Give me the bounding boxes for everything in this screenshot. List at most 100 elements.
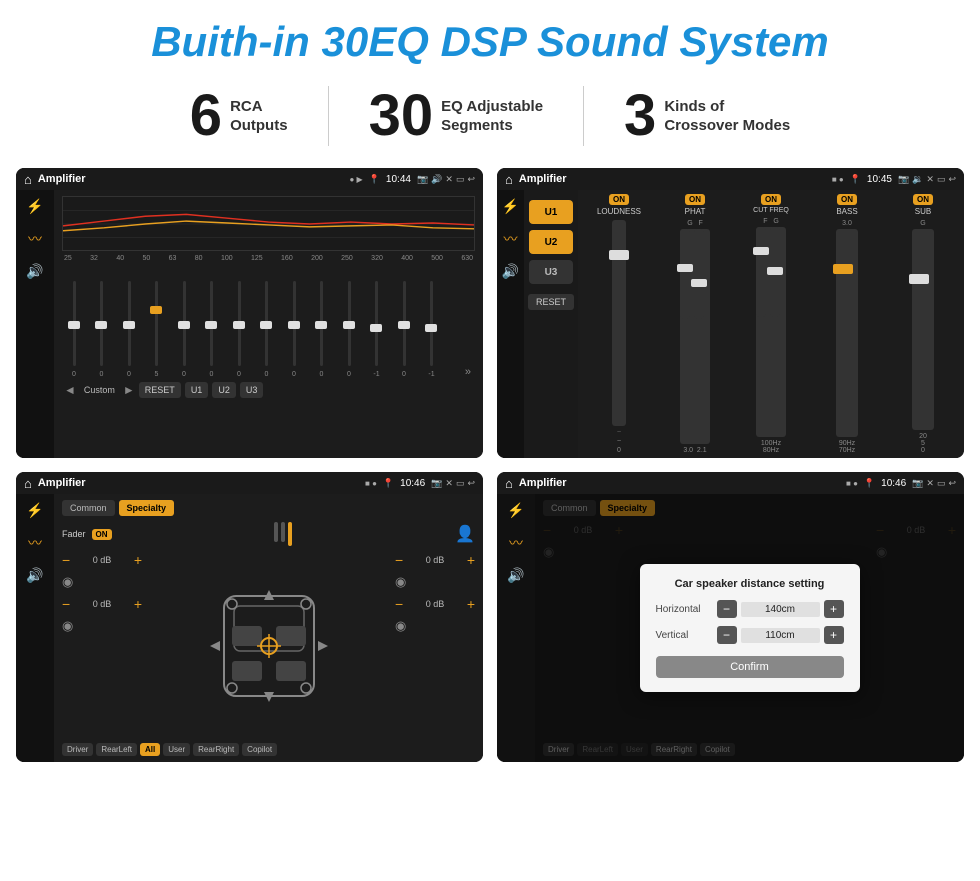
screen4: ⌂ Amplifier ■ ● 📍 10:46 📷✕▭↩ ⚡ 〰 🔊 Commo… [497,472,964,762]
screen2: ⌂ Amplifier ■ ● 📍 10:45 📷🔉✕▭↩ ⚡ 〰 🔊 U1 U… [497,168,964,458]
eq-tune-icon[interactable]: ⚡ [26,198,43,215]
cross-u3-btn[interactable]: U3 [529,260,573,284]
fader-minus-2[interactable]: − [62,596,70,612]
eq-slider-10[interactable]: 0 [341,281,357,378]
freq-160: 160 [281,255,293,262]
dialog-horizontal-minus[interactable]: − [717,600,737,618]
eq-next-icon[interactable]: ► [123,383,135,397]
eq-custom-label: Custom [84,385,115,395]
screen1-status-icons: 📷🔊✕▭↩ [417,174,475,185]
eq-prev-icon[interactable]: ◄ [64,383,76,397]
fader-minus-3[interactable]: − [395,552,403,568]
dialog-vertical-plus[interactable]: + [824,626,844,644]
screen1-eq-main: 25 32 40 50 63 80 100 125 160 200 250 32… [54,190,483,458]
fader-minus-1[interactable]: − [62,552,70,568]
cross-reset-btn[interactable]: RESET [528,294,574,310]
eq-slider-3[interactable]: 5 [149,281,165,378]
fader-plus-3[interactable]: + [467,552,475,568]
eq-slider-8[interactable]: 0 [286,281,302,378]
eq-slider-14[interactable]: » [455,366,471,378]
dist-speaker-icon[interactable]: 🔊 [507,567,524,584]
fader-user-icon[interactable]: 👤 [455,524,475,544]
screen1-pin-icon: 📍 [369,174,380,185]
phat-slider[interactable] [680,229,710,444]
screen4-dist-main: Common Specialty − 0 dB + ◉ [535,494,964,762]
eq-slider-0[interactable]: 0 [66,281,82,378]
stat-rca: 6 RCAOutputs [150,87,328,145]
screen3-fader-main: Common Specialty Fader ON 👤 [54,494,483,762]
eq-wave-icon[interactable]: 〰 [28,229,42,249]
fader-plus-2[interactable]: + [134,596,142,612]
cross-tune-icon[interactable]: ⚡ [502,198,519,215]
screen2-side: ⚡ 〰 🔊 [497,190,524,458]
fader-user-btn[interactable]: User [163,743,190,756]
eq-slider-4[interactable]: 0 [176,281,192,378]
eq-slider-7[interactable]: 0 [259,281,275,378]
cross-u2-btn[interactable]: U2 [529,230,573,254]
fader-all-btn[interactable]: All [140,743,160,756]
eq-u3-btn[interactable]: U3 [240,382,264,398]
fader-plus-4[interactable]: + [467,596,475,612]
freq-250: 250 [341,255,353,262]
eq-u1-btn[interactable]: U1 [185,382,209,398]
eq-slider-9[interactable]: 0 [314,281,330,378]
eq-slider-1[interactable]: 0 [94,281,110,378]
fader-db-row-2: − 0 dB + [62,596,142,612]
fader-wave-icon[interactable]: 〰 [28,533,42,553]
dialog-confirm-btn[interactable]: Confirm [656,656,844,678]
dialog-vertical-minus[interactable]: − [717,626,737,644]
home-icon-2[interactable]: ⌂ [505,172,513,187]
screen2-statusbar: ⌂ Amplifier ■ ● 📍 10:45 📷🔉✕▭↩ [497,168,964,190]
freq-125: 125 [251,255,263,262]
fader-db-row-3: − 0 dB + [395,552,475,568]
fader-driver-btn[interactable]: Driver [62,743,93,756]
cross-speaker-icon[interactable]: 🔊 [502,263,519,280]
freq-40: 40 [116,255,124,262]
fader-rearright-btn[interactable]: RearRight [193,743,239,756]
cross-wave-icon[interactable]: 〰 [503,229,517,249]
screen2-status-icons: 📷🔉✕▭↩ [898,174,956,185]
loudness-slider[interactable] [612,220,626,426]
screen4-pin-icon: 📍 [864,478,875,489]
eq-slider-6[interactable]: 0 [231,281,247,378]
eq-reset-btn[interactable]: RESET [139,382,181,398]
dist-tune-icon[interactable]: ⚡ [507,502,524,519]
fader-center [150,552,387,739]
fader-tab-specialty[interactable]: Specialty [119,500,175,516]
eq-speaker-icon[interactable]: 🔊 [26,263,43,280]
home-icon-4[interactable]: ⌂ [505,476,513,491]
fader-speaker-icon[interactable]: 🔊 [26,567,43,584]
screen3: ⌂ Amplifier ■ ● 📍 10:46 📷✕▭↩ ⚡ 〰 🔊 Commo… [16,472,483,762]
fader-tab-common[interactable]: Common [62,500,115,516]
dialog-overlay: Car speaker distance setting Horizontal … [535,494,964,762]
eq-sliders-row: 0 0 0 5 0 [62,268,475,378]
eq-slider-2[interactable]: 0 [121,281,137,378]
eq-slider-11[interactable]: -1 [369,281,385,378]
fader-plus-1[interactable]: + [134,552,142,568]
eq-slider-5[interactable]: 0 [204,281,220,378]
fader-tune-icon[interactable]: ⚡ [26,502,43,519]
screen3-time: 10:46 [400,478,425,489]
fader-rearleft-btn[interactable]: RearLeft [96,743,137,756]
sub-label: SUB [915,207,931,216]
bass-on-badge: ON [837,194,857,205]
stat-eq: 30 EQ AdjustableSegments [329,87,583,145]
fader-minus-4[interactable]: − [395,596,403,612]
home-icon-1[interactable]: ⌂ [24,172,32,187]
cutfreq-slider[interactable] [756,227,786,437]
main-title: Buith-in 30EQ DSP Sound System [0,0,980,76]
dialog-horizontal-plus[interactable]: + [824,600,844,618]
fader-copilot-btn[interactable]: Copilot [242,743,277,756]
bass-slider[interactable] [836,229,858,437]
eq-u2-btn[interactable]: U2 [212,382,236,398]
expand-arrows-icon[interactable]: » [465,366,471,378]
dialog-horizontal-stepper: − 140cm + [717,600,844,618]
cross-u1-btn[interactable]: U1 [529,200,573,224]
home-icon-3[interactable]: ⌂ [24,476,32,491]
eq-slider-12[interactable]: 0 [396,281,412,378]
screen3-dots: ■ ● [365,479,377,488]
dialog-horizontal-label: Horizontal [656,604,711,615]
eq-slider-13[interactable]: -1 [424,281,440,378]
dist-wave-icon[interactable]: 〰 [509,533,523,553]
sub-slider[interactable] [912,229,934,430]
